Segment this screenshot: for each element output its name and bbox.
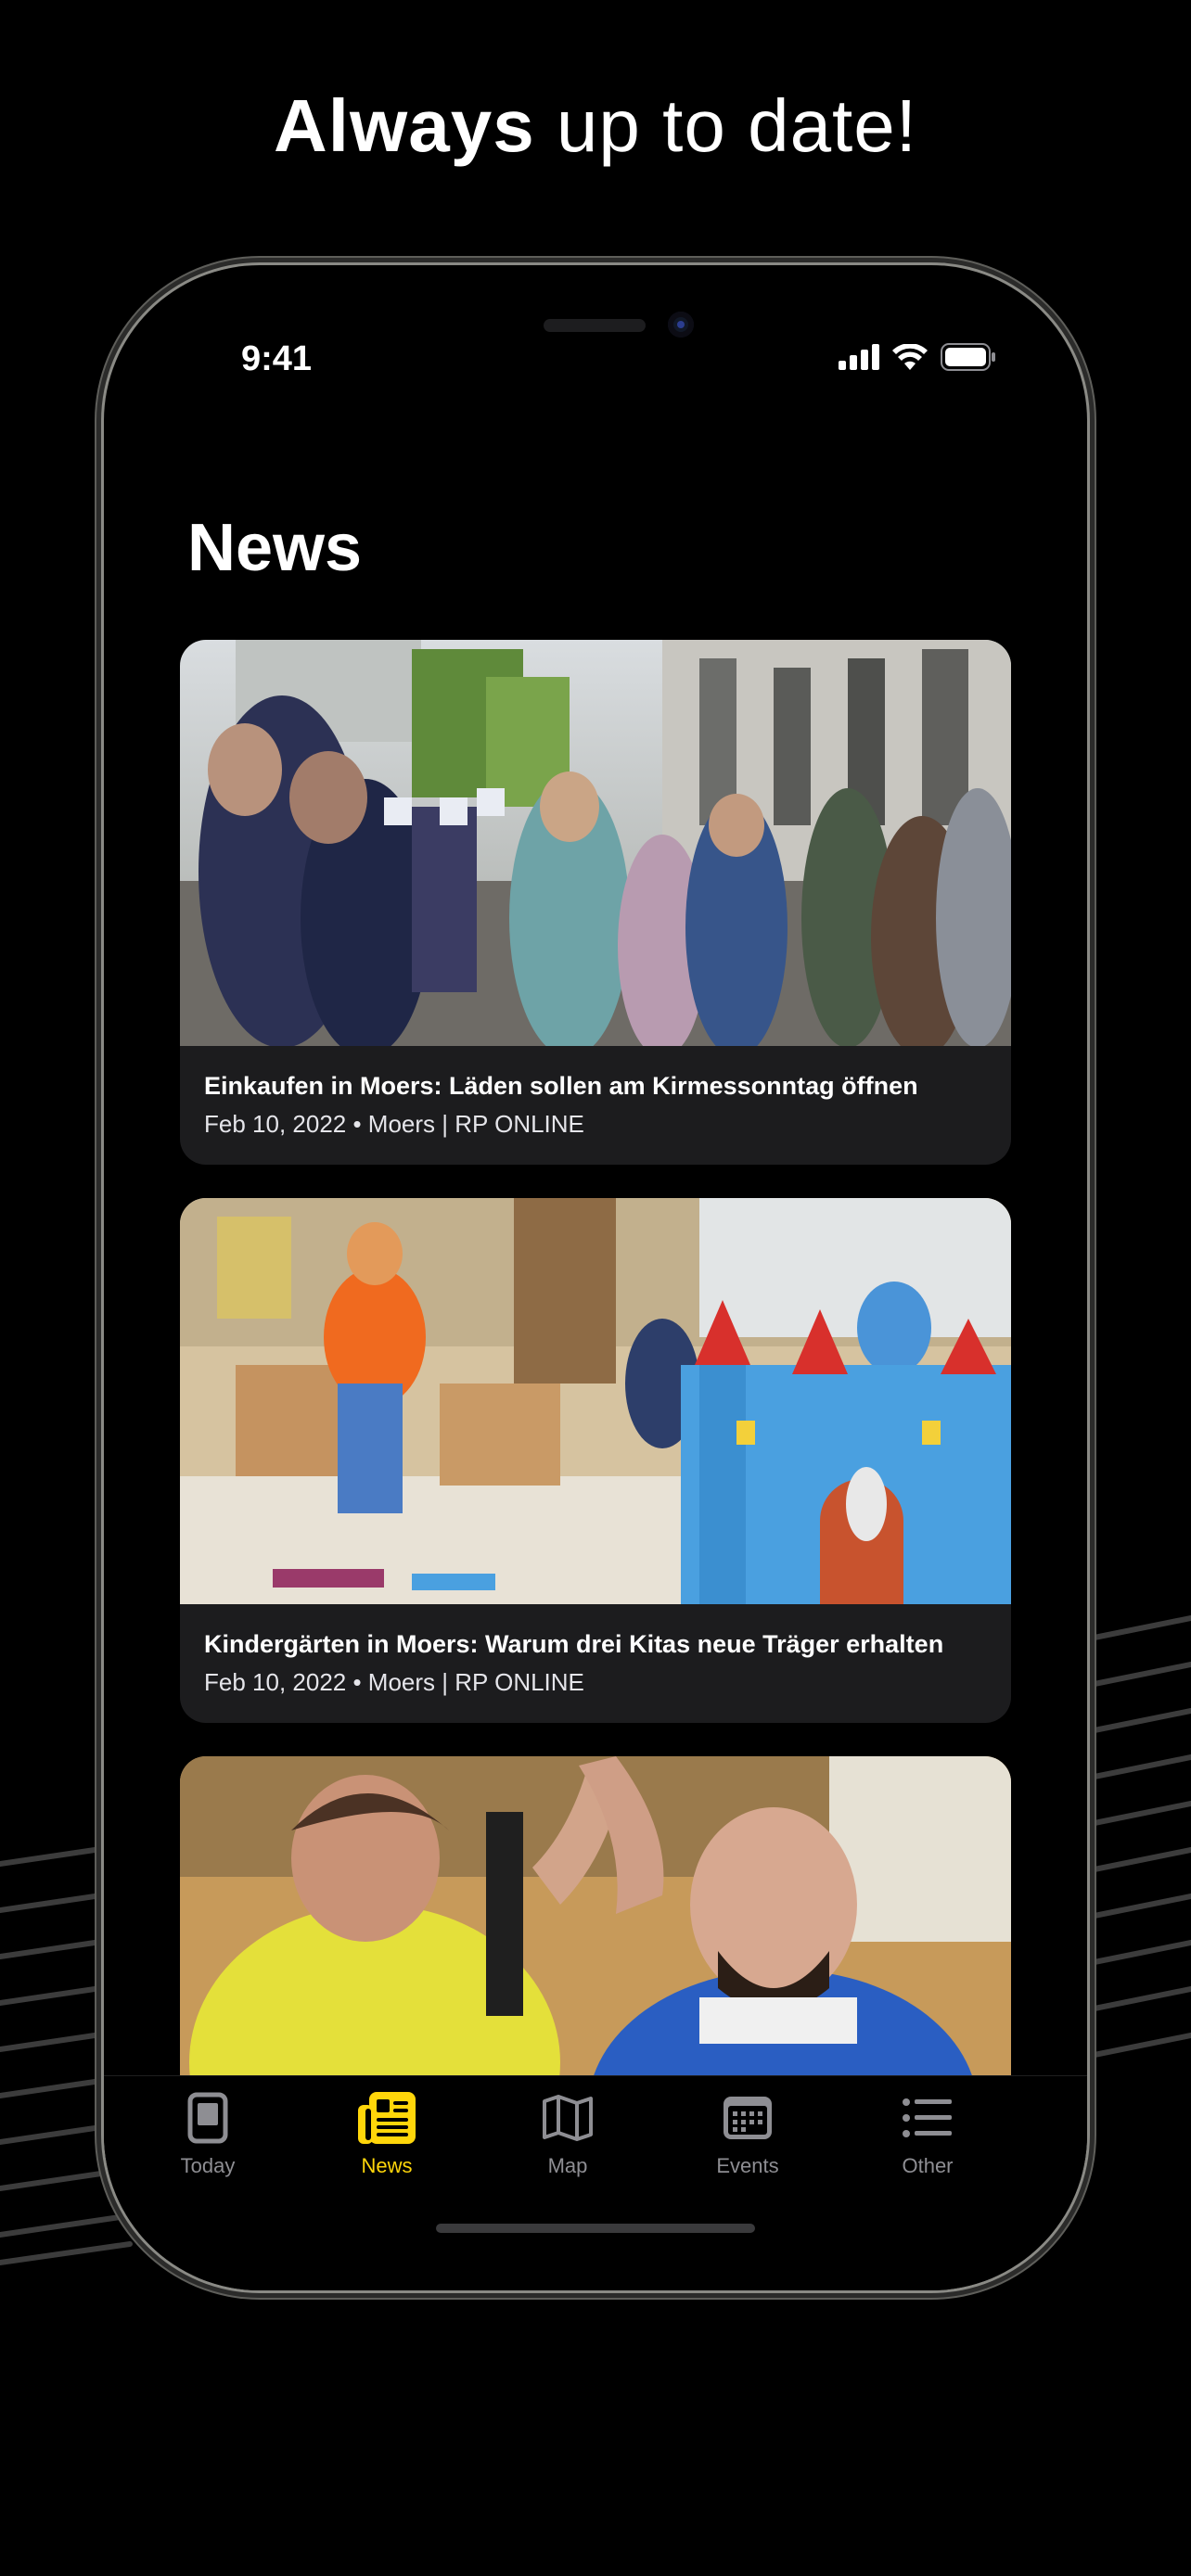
phone-power-button bbox=[1091, 835, 1096, 1046]
article-title: Kindergärten in Moers: Warum drei Kitas … bbox=[204, 1630, 944, 1658]
headline-rest: up to date! bbox=[534, 84, 917, 167]
tab-bar: Today News Map Events Other bbox=[104, 2075, 1087, 2290]
newspaper-icon bbox=[358, 2092, 416, 2144]
tab-news[interactable]: News bbox=[322, 2089, 452, 2178]
phone-frame: 9:41 News Einkaufen in Moers: Läden soll… bbox=[104, 265, 1087, 2290]
card-text: Kindergärten in Moers: Warum drei Kitas … bbox=[180, 1604, 1011, 1699]
map-icon bbox=[543, 2095, 593, 2141]
phone-volume-up bbox=[95, 783, 100, 920]
page-title: News bbox=[187, 511, 363, 585]
tab-label: Map bbox=[547, 2154, 588, 2177]
tab-label: News bbox=[361, 2154, 413, 2177]
tab-label: Other bbox=[902, 2154, 954, 2177]
phone-side-button bbox=[95, 649, 100, 716]
tab-label: Events bbox=[716, 2154, 779, 2177]
tablet-icon bbox=[187, 2092, 228, 2144]
news-card[interactable]: Kindergärten in Moers: Warum drei Kitas … bbox=[180, 1198, 1011, 1723]
tab-other[interactable]: Other bbox=[863, 2089, 992, 2178]
tab-today[interactable]: Today bbox=[143, 2089, 273, 2178]
article-meta: Feb 10, 2022 • Moers | RP ONLINE bbox=[204, 1668, 584, 1696]
marketing-headline: Always up to date! bbox=[0, 82, 1191, 171]
cellular-signal-icon bbox=[839, 344, 879, 370]
speaker-grille bbox=[544, 319, 646, 332]
street-crowd-photo bbox=[180, 640, 1011, 1046]
list-icon bbox=[903, 2098, 952, 2137]
news-card[interactable]: Einkaufen in Moers: Läden sollen am Kirm… bbox=[180, 640, 1011, 1165]
battery-icon bbox=[941, 343, 995, 371]
tab-map[interactable]: Map bbox=[503, 2089, 633, 2178]
card-text: Einkaufen in Moers: Läden sollen am Kirm… bbox=[180, 1046, 1011, 1141]
tab-label: Today bbox=[180, 2154, 236, 2177]
tab-events[interactable]: Events bbox=[683, 2089, 813, 2178]
phone-volume-down bbox=[95, 955, 100, 1092]
calendar-icon bbox=[724, 2097, 772, 2139]
home-indicator[interactable] bbox=[436, 2224, 755, 2233]
status-icons bbox=[839, 343, 996, 371]
headline-bold: Always bbox=[273, 84, 535, 167]
article-meta: Feb 10, 2022 • Moers | RP ONLINE bbox=[204, 1110, 584, 1138]
article-title: Einkaufen in Moers: Läden sollen am Kirm… bbox=[204, 1072, 918, 1100]
wifi-icon bbox=[892, 344, 928, 370]
kindergarten-photo bbox=[180, 1198, 1011, 1604]
front-camera-icon bbox=[668, 312, 694, 338]
status-time: 9:41 bbox=[241, 339, 313, 378]
